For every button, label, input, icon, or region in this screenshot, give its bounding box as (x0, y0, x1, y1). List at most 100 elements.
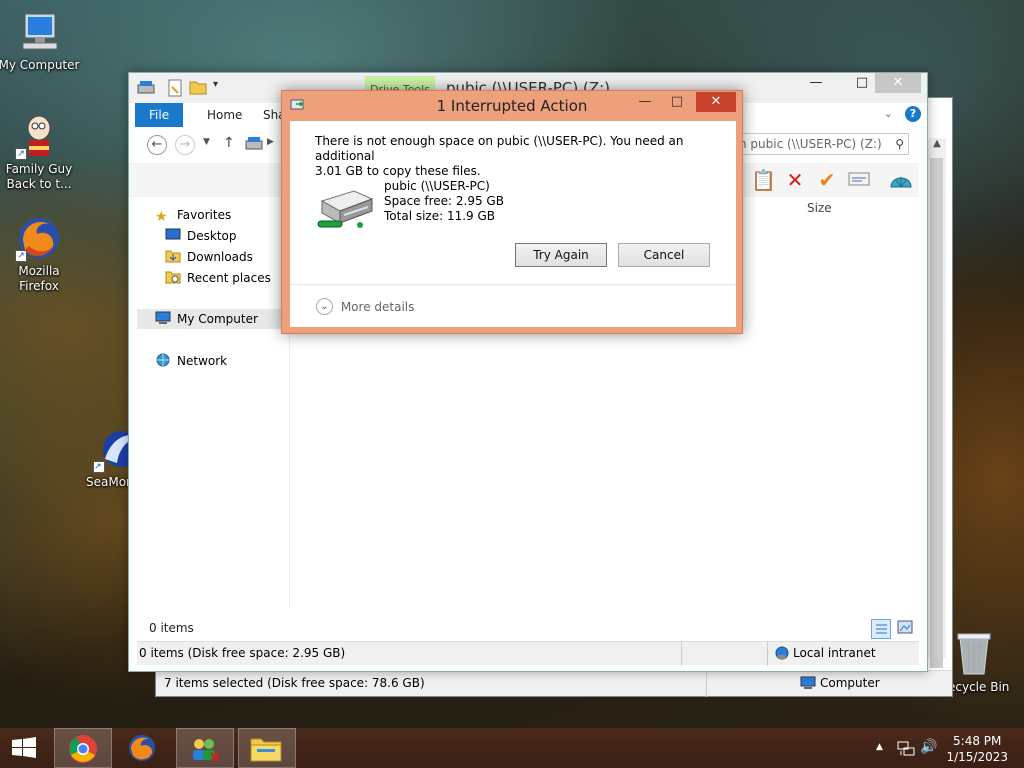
users-icon (189, 735, 221, 766)
nav-network-label: Network (177, 354, 228, 368)
statusbar-back: 7 items selected (Disk free space: 78.6 … (156, 670, 952, 697)
clipboard-icon[interactable]: 📋 (751, 169, 776, 191)
drive-info: pubic (\\USER-PC) Space free: 2.95 GB To… (384, 179, 504, 224)
status-divider (706, 671, 707, 697)
clock-time: 5:48 PM (953, 734, 1002, 748)
seashell-icon[interactable] (889, 169, 913, 191)
chrome-icon (68, 734, 98, 767)
chevron-down-icon: ⌄ (316, 298, 333, 315)
desktop-icon-firefox[interactable]: ↗ Mozilla Firefox (0, 214, 81, 294)
nav-my-computer-label: My Computer (177, 312, 258, 326)
shortcut-arrow-icon: ↗ (15, 250, 27, 262)
nav-desktop[interactable]: Desktop (165, 226, 237, 246)
address-drive-icon (245, 137, 263, 154)
nav-my-computer[interactable]: My Computer (137, 309, 287, 329)
close-button[interactable]: ✕ (875, 73, 921, 93)
desktop-icon-label-line1: Family Guy (5, 162, 73, 176)
desktop-icon-family-guy[interactable]: ↗ Family Guy Back to t... (0, 112, 81, 192)
nav-favorites-label: Favorites (177, 208, 232, 222)
taskbar-users-app[interactable] (176, 728, 234, 768)
dialog-message-line1: There is not enough space on pubic (\\US… (315, 134, 684, 163)
desktop-folder-icon (165, 228, 181, 242)
back-button[interactable]: ← (147, 135, 167, 155)
dialog-minimize-button[interactable]: — (630, 92, 660, 112)
nav-recent-label: Recent places (187, 271, 271, 285)
dialog-maximize-button[interactable]: □ (662, 92, 692, 112)
large-icons-view-icon[interactable] (897, 620, 913, 637)
more-details-toggle[interactable]: ⌄ More details (316, 298, 414, 316)
minimize-button[interactable]: — (801, 73, 831, 93)
dialog-message: There is not enough space on pubic (\\US… (315, 134, 736, 179)
interrupted-action-dialog[interactable]: 1 Interrupted Action — □ ✕ There is not … (281, 90, 743, 334)
items-count: 0 items (149, 621, 194, 635)
search-placeholder: h pubic (\\USER-PC) (Z:) (739, 137, 882, 151)
status-free-space: 0 items (Disk free space: 2.95 GB) (139, 646, 346, 660)
scrollbar-thumb[interactable] (930, 158, 943, 668)
status-divider (681, 642, 682, 666)
nav-downloads[interactable]: Downloads (165, 247, 253, 267)
computer-icon (155, 311, 171, 325)
volume-icon[interactable]: 🔊 (920, 739, 937, 755)
network-drive-icon (314, 183, 378, 236)
nav-downloads-label: Downloads (187, 250, 253, 264)
network-tray-icon[interactable] (897, 739, 915, 760)
drive-total-size: Total size: 11.9 GB (384, 209, 496, 223)
nav-network[interactable]: Network (155, 351, 227, 371)
taskbar-file-explorer[interactable] (238, 728, 296, 768)
nav-favorites[interactable]: ★ Favorites (155, 205, 231, 225)
status-divider (767, 642, 768, 666)
up-button[interactable]: ↑ (223, 135, 235, 151)
shortcut-arrow-icon: ↗ (15, 148, 27, 160)
desktop-icon-my-computer[interactable]: My Computer (0, 8, 81, 73)
computer-status-icon (800, 675, 816, 694)
clock[interactable]: 5:48 PM 1/15/2023 (946, 733, 1008, 765)
show-hidden-icons-icon[interactable]: ▲ (876, 742, 883, 752)
check-icon[interactable]: ✔ (815, 169, 839, 191)
maximize-button[interactable]: □ (847, 73, 877, 93)
clock-date: 1/15/2023 (946, 750, 1008, 764)
tab-file[interactable]: File (135, 103, 184, 127)
desktop-icon-label-line2: Firefox (19, 279, 59, 293)
scrollbar[interactable]: ▲ (928, 138, 946, 668)
taskbar: ▲ 🔊 5:48 PM 1/15/2023 (0, 728, 1024, 768)
dialog-separator (290, 284, 736, 285)
details-view-icon[interactable] (871, 619, 891, 639)
cancel-button[interactable]: Cancel (618, 243, 710, 267)
card-icon[interactable] (847, 169, 871, 191)
dialog-body: There is not enough space on pubic (\\US… (290, 121, 736, 327)
status-selection-text: 7 items selected (Disk free space: 78.6 … (164, 676, 425, 690)
status-location-text: Computer (820, 676, 880, 690)
column-header-size[interactable]: Size (807, 201, 832, 215)
scroll-up-icon[interactable]: ▲ (928, 138, 946, 154)
firefox-icon: ↗ (15, 214, 63, 262)
dialog-close-button[interactable]: ✕ (696, 92, 736, 112)
taskbar-chrome[interactable] (54, 728, 112, 768)
folder-icon (249, 735, 283, 766)
delete-icon[interactable]: ✕ (783, 169, 807, 191)
start-button[interactable] (0, 728, 48, 768)
recent-locations-icon[interactable]: ▼ (203, 137, 210, 147)
more-details-label: More details (340, 299, 415, 314)
nav-recent-places[interactable]: Recent places (165, 268, 271, 288)
navigation-pane: ★ Favorites Desktop Downloads Recent plac… (137, 203, 287, 635)
address-chevron-icon[interactable]: ▶ (267, 137, 274, 147)
statusbar: 0 items (Disk free space: 2.95 GB) Local… (137, 641, 919, 666)
downloads-folder-icon (165, 249, 181, 263)
drive-name: pubic (\\USER-PC) (384, 179, 490, 193)
network-icon (155, 353, 171, 367)
search-icon[interactable]: ⚲ (895, 134, 904, 154)
firefox-icon (127, 733, 157, 766)
shortcut-arrow-icon: ↗ (93, 461, 105, 473)
desktop-icon-label-line2: Back to t... (6, 177, 72, 191)
forward-button[interactable]: → (175, 135, 195, 155)
expand-ribbon-icon[interactable]: ⌄ (884, 107, 893, 120)
nav-desktop-label: Desktop (187, 229, 237, 243)
help-icon[interactable]: ? (905, 106, 921, 122)
intranet-icon (774, 645, 790, 664)
search-input[interactable]: h pubic (\\USER-PC) (Z:) ⚲ (734, 133, 909, 155)
try-again-button[interactable]: Try Again (515, 243, 607, 267)
tab-home[interactable]: Home (193, 103, 256, 127)
status-zone: Local intranet (793, 646, 876, 660)
recent-places-icon (165, 270, 181, 284)
taskbar-firefox[interactable] (114, 728, 172, 768)
